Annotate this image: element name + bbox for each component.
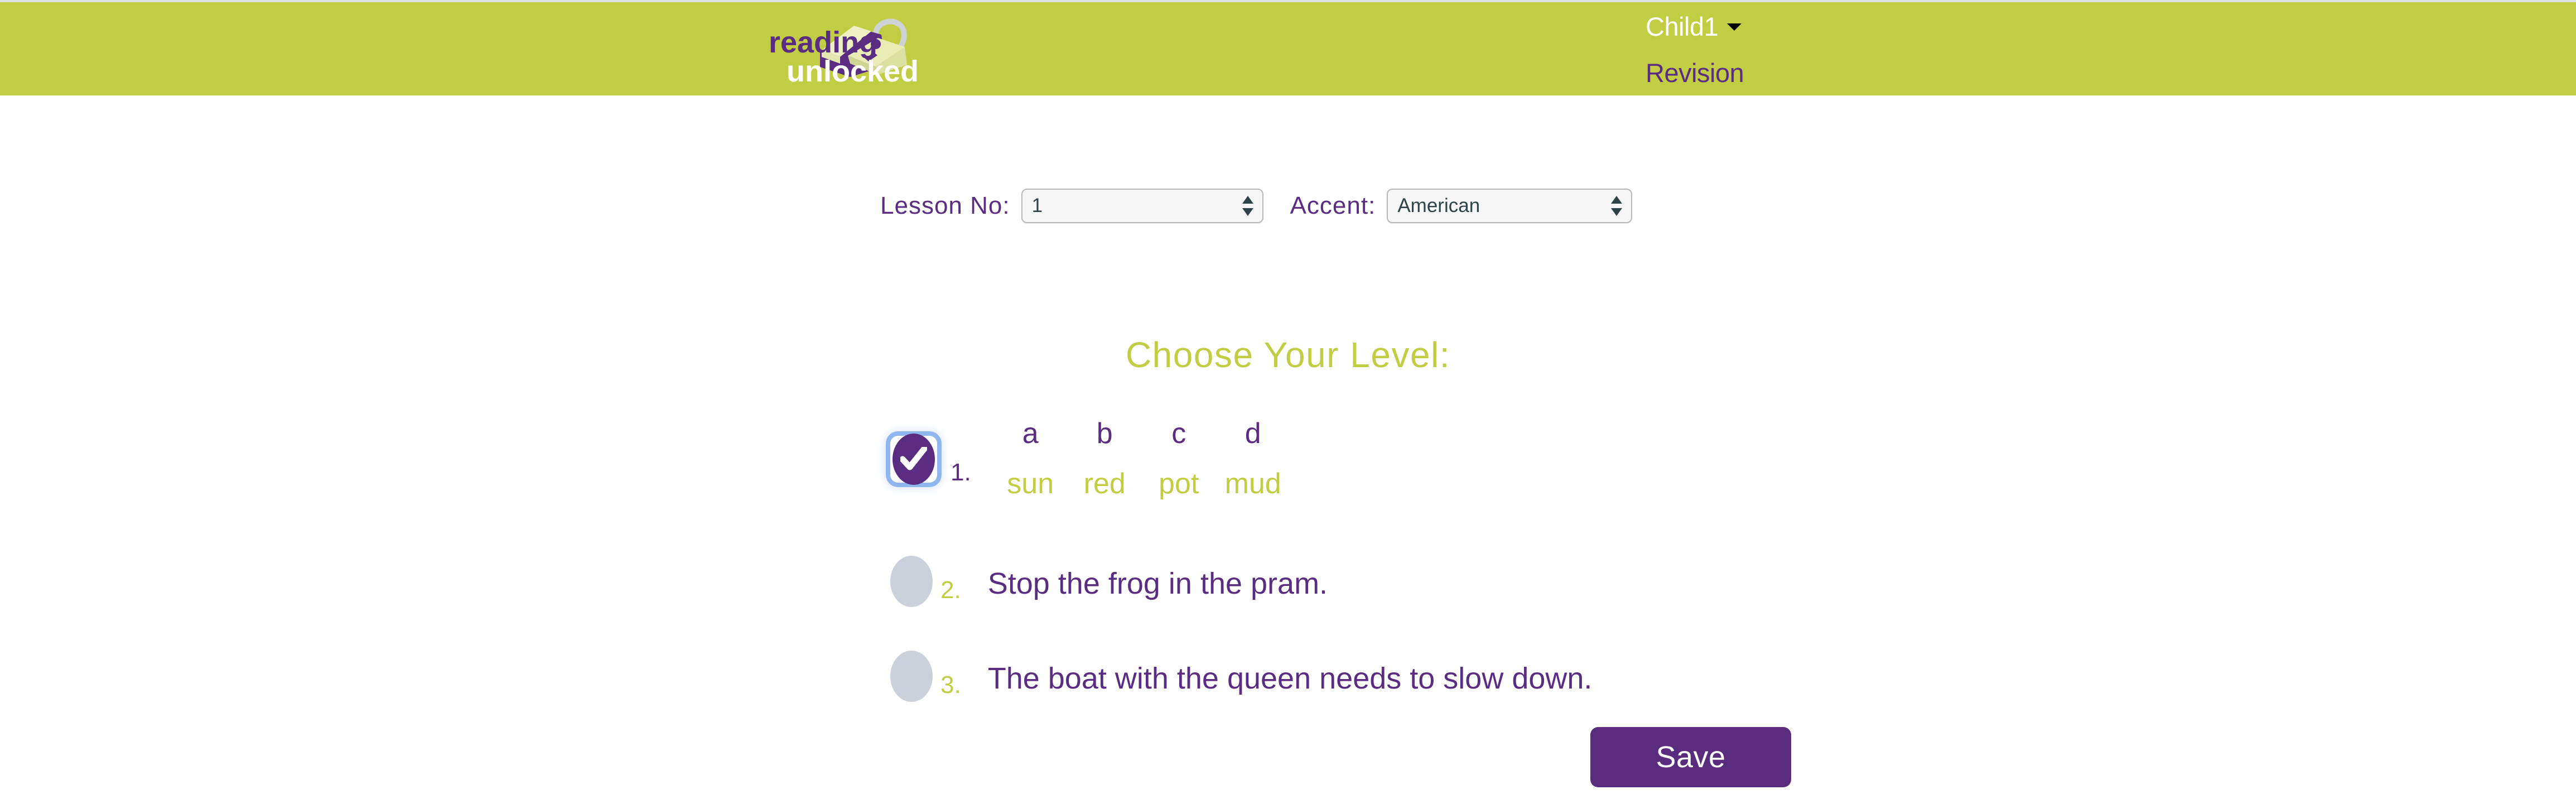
letter-cell: a: [1022, 417, 1039, 450]
lesson-no-value: 1: [1031, 195, 1043, 216]
logo-wordmark-unlocked: unlocked: [787, 55, 919, 88]
level-option-3[interactable]: 3. The boat with the queen needs to slow…: [890, 651, 1592, 702]
mode-label: Revision: [1646, 58, 1744, 88]
level-option-1[interactable]: 1. a b c d sun red pot mud: [890, 417, 1290, 502]
accent-label: Accent:: [1290, 192, 1376, 219]
logo-wordmark-reading: reading: [769, 26, 877, 59]
account-name-label: Child1: [1646, 12, 1719, 41]
word-cell: red: [1083, 468, 1126, 500]
site-header: reading unlocked Child1 Revision: [0, 2, 2576, 95]
word-cell: pot: [1159, 468, 1199, 500]
level-number-2: 2.: [940, 576, 961, 604]
word-cell: mud: [1224, 468, 1281, 500]
level-sentence-2: Stop the frog in the pram.: [987, 567, 1328, 600]
level-1-words-row: sun red pot mud: [993, 451, 1290, 502]
reading-unlocked-logo[interactable]: reading unlocked: [766, 6, 928, 88]
word-cell: sun: [1007, 468, 1054, 500]
save-button[interactable]: Save: [1590, 727, 1791, 787]
stepper-arrows-icon[interactable]: [1610, 194, 1623, 218]
account-menu[interactable]: Child1: [1646, 11, 2036, 42]
level-sentence-3: The boat with the queen needs to slow do…: [987, 662, 1593, 695]
level-number-3: 3.: [940, 671, 961, 699]
level-number-1: 1.: [951, 459, 971, 486]
letter-cell: c: [1171, 417, 1186, 450]
radio-checked-icon[interactable]: [890, 434, 937, 485]
level-1-letters-row: a b c d: [993, 416, 1290, 451]
lesson-controls-row: Lesson No: 1 Accent: American: [880, 186, 1633, 225]
account-block: Child1 Revision: [1646, 11, 2036, 88]
letter-cell: b: [1096, 417, 1113, 450]
accent-select[interactable]: American: [1387, 189, 1633, 223]
level-radio-1[interactable]: [890, 434, 946, 492]
level-1-letter-grid: a b c d sun red pot mud: [993, 416, 1290, 502]
letter-cell: d: [1244, 417, 1261, 450]
stepper-arrows-icon[interactable]: [1241, 194, 1255, 218]
radio-unchecked-icon[interactable]: [890, 556, 933, 607]
main-content: Lesson No: 1 Accent: American Choose You…: [0, 95, 2576, 799]
accent-value: American: [1397, 195, 1480, 216]
page-title: Choose Your Level:: [1125, 335, 1451, 375]
radio-unchecked-icon[interactable]: [890, 651, 933, 702]
lesson-no-select[interactable]: 1: [1021, 189, 1263, 223]
lesson-no-label: Lesson No:: [880, 192, 1010, 219]
chevron-down-icon[interactable]: [1726, 22, 1743, 32]
level-option-2[interactable]: 2. Stop the frog in the pram.: [890, 556, 1328, 607]
